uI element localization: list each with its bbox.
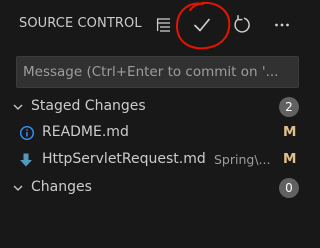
more-actions-button[interactable] (269, 12, 295, 38)
file-row-readme[interactable]: README.md M (0, 120, 317, 146)
list-tree-icon (156, 18, 170, 32)
commit-button[interactable] (189, 12, 215, 38)
file-name: README.md (42, 124, 129, 140)
file-folder-description: Spring\... (214, 152, 271, 167)
file-name: HttpServletRequest.md (42, 151, 206, 167)
check-icon (194, 18, 210, 32)
file-status-modified: M (283, 151, 297, 167)
changes-count-badge: 0 (279, 178, 299, 198)
source-control-panel: SOURCE CONTROL Message (Ctrl+Enter to co… (0, 0, 317, 248)
refresh-icon (234, 15, 250, 33)
changes-group[interactable]: Changes 0 (0, 175, 317, 201)
info-icon (19, 125, 35, 141)
panel-header: SOURCE CONTROL (0, 0, 317, 50)
file-status-modified: M (283, 124, 297, 140)
staged-changes-label: Staged Changes (31, 98, 146, 114)
file-row-httpservletrequest[interactable]: HttpServletRequest.md Spring\... M (0, 147, 317, 173)
commit-message-box (16, 56, 299, 88)
refresh-button[interactable] (229, 12, 255, 38)
commit-message-input[interactable] (17, 57, 298, 87)
ellipsis-icon (275, 23, 289, 27)
changes-label: Changes (31, 179, 92, 195)
download-arrow-icon (20, 153, 32, 167)
chevron-down-icon (13, 104, 23, 110)
staged-count-badge: 2 (279, 97, 299, 117)
view-as-tree-button[interactable] (151, 12, 177, 38)
staged-changes-group[interactable]: Staged Changes 2 (0, 94, 317, 120)
chevron-down-icon (13, 185, 23, 191)
panel-title: SOURCE CONTROL (19, 16, 142, 31)
